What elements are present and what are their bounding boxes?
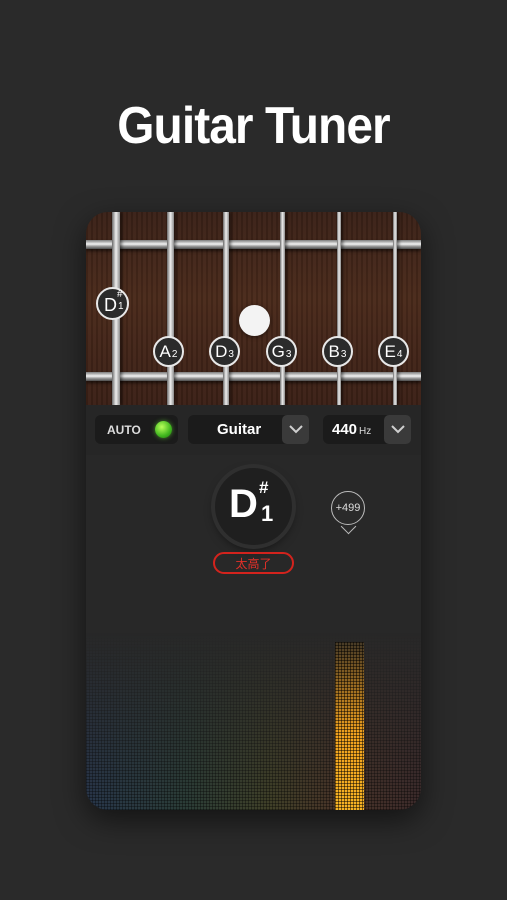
instrument-select[interactable]: Guitar [188, 415, 309, 444]
reference-unit: Hz [359, 426, 372, 437]
tuning-status-badge: 太高了 [213, 552, 294, 574]
string-note: G [271, 341, 285, 361]
guitar-string [280, 212, 285, 405]
guitar-string [337, 212, 341, 405]
string-button-d3[interactable]: D3 [209, 336, 240, 367]
string-button-g3[interactable]: G3 [266, 336, 297, 367]
frequency-spectrum [86, 632, 421, 810]
reference-pitch-value: 440 Hz [332, 421, 371, 438]
string-note: E [384, 341, 396, 361]
cents-offset-bubble: +499 [331, 491, 365, 525]
string-octave: 3 [340, 348, 347, 360]
tuner-app-screen: D # 1 A2 D3 G3 B3 E4 AUTO Guitar 440 Hz … [86, 212, 421, 810]
fret-position-marker [239, 305, 270, 336]
fret-bar [86, 372, 421, 381]
headline: Guitar Tuner [117, 97, 390, 155]
current-note-sharp: # [117, 289, 123, 300]
reference-dropdown-button[interactable] [384, 415, 411, 444]
string-octave: 3 [285, 348, 292, 360]
spectrum-peak-bar [335, 642, 364, 810]
string-button-a2[interactable]: A2 [153, 336, 184, 367]
detected-note-sharp: # [259, 478, 269, 497]
string-octave: 3 [228, 348, 234, 360]
detected-note-octave: 1 [261, 501, 274, 526]
detected-note-name: D [229, 482, 258, 526]
guitar-string [393, 212, 397, 405]
current-note-name: D [104, 295, 117, 315]
string-button-e4[interactable]: E4 [378, 336, 409, 367]
string-note: B [328, 341, 340, 361]
fret-bar [86, 240, 421, 249]
auto-label: AUTO [107, 423, 141, 437]
instrument-dropdown-button[interactable] [282, 415, 309, 444]
current-note-chip: D # 1 [96, 287, 129, 320]
string-button-b3[interactable]: B3 [322, 336, 353, 367]
instrument-value: Guitar [217, 421, 262, 438]
chevron-down-icon [288, 425, 303, 434]
detected-note-display: D # 1 [215, 468, 292, 545]
current-note-octave: 1 [118, 301, 124, 312]
string-note: A [159, 341, 171, 361]
chevron-down-icon [390, 425, 405, 434]
control-bar: AUTO Guitar 440 Hz [86, 405, 421, 455]
auto-toggle[interactable]: AUTO [95, 415, 178, 444]
led-indicator-icon [155, 421, 172, 438]
guitar-string [223, 212, 229, 405]
fretboard: D # 1 A2 D3 G3 B3 E4 [86, 212, 421, 405]
string-octave: 4 [396, 348, 403, 360]
string-note: D [215, 341, 228, 361]
reference-pitch-select[interactable]: 440 Hz [323, 415, 411, 444]
string-octave: 2 [171, 348, 178, 360]
guitar-string [167, 212, 174, 405]
reference-number: 440 [332, 421, 358, 438]
